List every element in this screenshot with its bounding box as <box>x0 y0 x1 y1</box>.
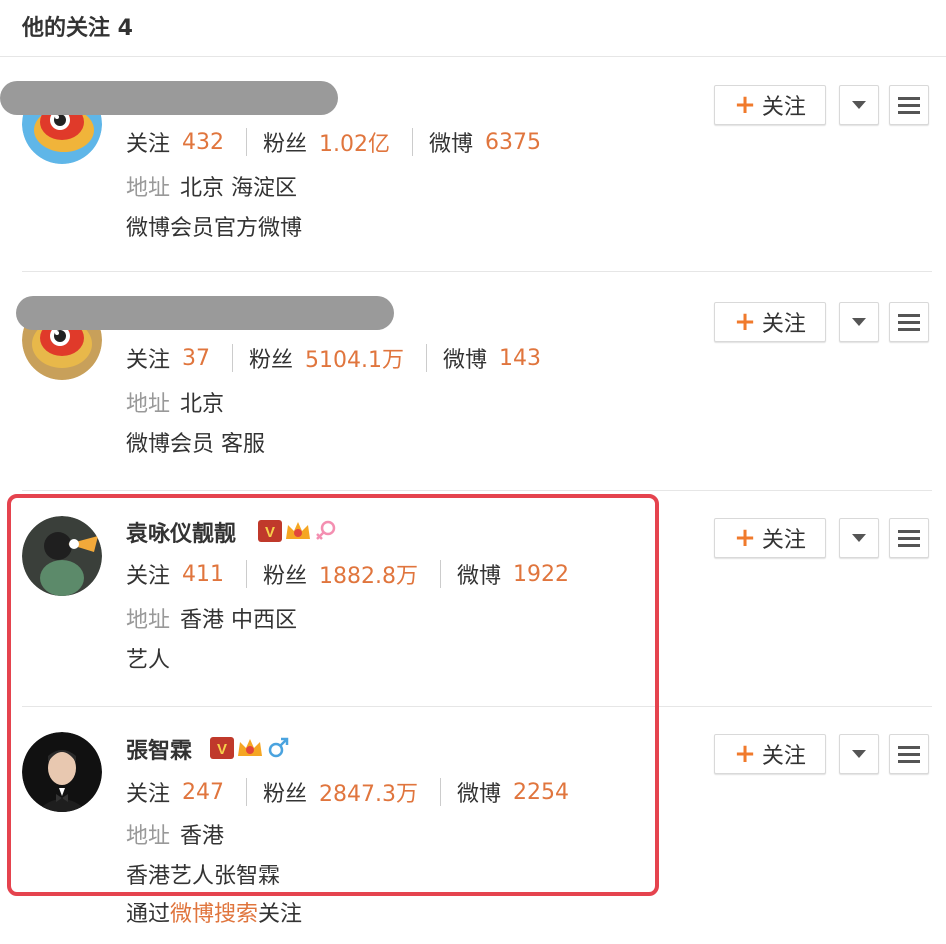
following-count[interactable]: 37 <box>182 346 210 371</box>
weibo-count[interactable]: 6375 <box>485 130 541 155</box>
weibo-label: 微博 <box>429 132 474 157</box>
hidden-username[interactable] <box>16 296 394 330</box>
stat-divider <box>232 344 234 372</box>
menu-button[interactable] <box>889 518 929 558</box>
plus-icon: + <box>734 523 756 553</box>
caret-down-icon <box>852 534 866 542</box>
menu-button[interactable] <box>889 734 929 774</box>
address-label: 地址 <box>126 176 171 201</box>
stat-divider <box>426 344 428 372</box>
highlight-annotation-box <box>7 494 659 896</box>
stat-divider <box>412 128 414 156</box>
fans-count[interactable]: 5104.1万 <box>305 342 404 374</box>
follow-button[interactable]: + 关注 <box>714 518 826 558</box>
follow-button[interactable]: + 关注 <box>714 85 826 125</box>
user-stats: 关注 432 粉丝 1.02亿 微博 6375 <box>126 126 541 158</box>
following-label: 关注 <box>126 348 171 373</box>
weibo-label: 微博 <box>443 348 488 373</box>
dropdown-button[interactable] <box>839 518 879 558</box>
follow-button-label: 关注 <box>761 312 806 337</box>
following-count[interactable]: 432 <box>182 130 224 155</box>
menu-button[interactable] <box>889 85 929 125</box>
hamburger-icon <box>898 745 920 763</box>
dropdown-button[interactable] <box>839 85 879 125</box>
follow-source-prefix: 通过 <box>126 902 171 927</box>
dropdown-button[interactable] <box>839 734 879 774</box>
user-address: 地址 北京 <box>126 386 224 418</box>
hamburger-icon <box>898 313 920 331</box>
page-header: 他的关注 4 <box>0 0 946 57</box>
fans-label: 粉丝 <box>249 348 294 373</box>
caret-down-icon <box>852 750 866 758</box>
dropdown-button[interactable] <box>839 302 879 342</box>
follow-button[interactable]: + 关注 <box>714 734 826 774</box>
plus-icon: + <box>734 307 756 337</box>
hidden-username[interactable] <box>0 81 338 115</box>
stat-divider <box>246 128 248 156</box>
row-divider <box>22 490 932 491</box>
follow-source-suffix: 关注 <box>258 902 303 927</box>
follow-button-label: 关注 <box>761 528 806 553</box>
follow-button[interactable]: + 关注 <box>714 302 826 342</box>
following-label: 关注 <box>126 132 171 157</box>
caret-down-icon <box>852 318 866 326</box>
plus-icon: + <box>734 90 756 120</box>
caret-down-icon <box>852 101 866 109</box>
fans-count[interactable]: 1.02亿 <box>319 126 390 158</box>
address-label: 地址 <box>126 392 171 417</box>
page-title: 他的关注 4 <box>22 16 133 41</box>
user-address: 地址 北京 海淀区 <box>126 170 297 202</box>
hamburger-icon <box>898 529 920 547</box>
follow-button-label: 关注 <box>761 744 806 769</box>
menu-button[interactable] <box>889 302 929 342</box>
plus-icon: + <box>734 739 756 769</box>
weibo-search-link[interactable]: 微博搜索 <box>170 902 258 927</box>
hamburger-icon <box>898 96 920 114</box>
follow-source: 通过微博搜索关注 <box>126 896 302 928</box>
address-value: 北京 海淀区 <box>180 176 298 201</box>
row-divider <box>22 271 932 272</box>
user-description: 微博会员官方微博 <box>126 216 303 241</box>
fans-label: 粉丝 <box>263 132 308 157</box>
user-description: 微博会员 客服 <box>126 432 265 457</box>
address-value: 北京 <box>180 392 225 417</box>
weibo-count[interactable]: 143 <box>499 346 541 371</box>
user-stats: 关注 37 粉丝 5104.1万 微博 143 <box>126 342 541 374</box>
follow-button-label: 关注 <box>761 95 806 120</box>
